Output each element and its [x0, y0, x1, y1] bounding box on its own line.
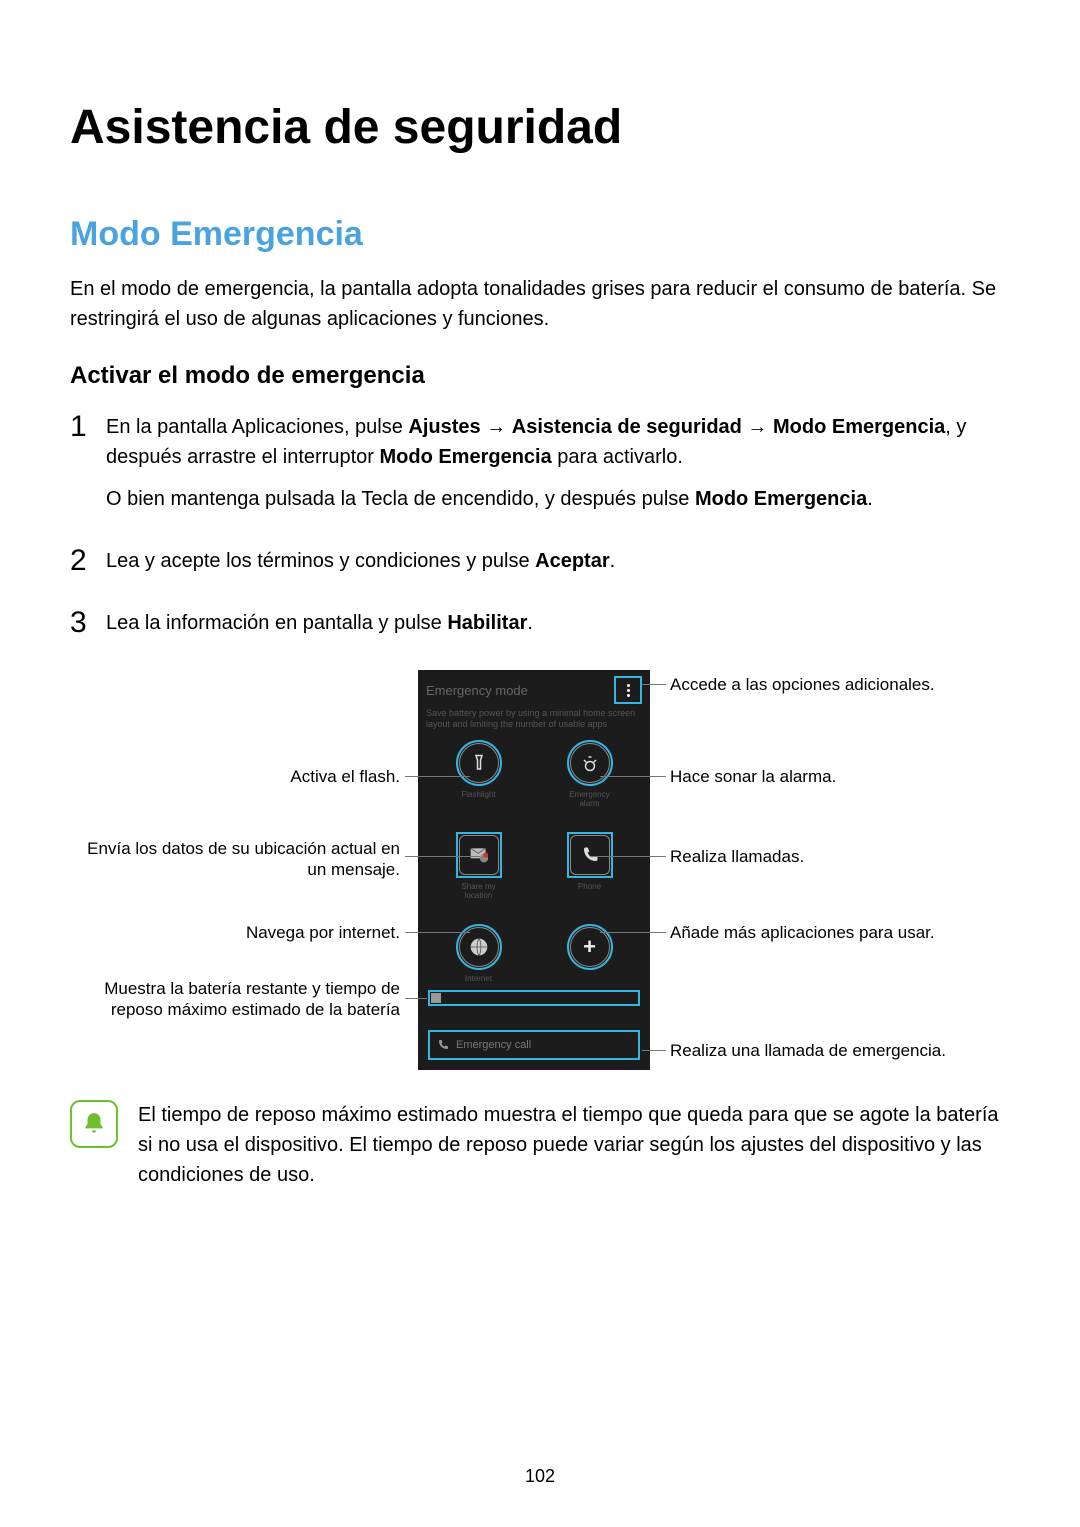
- callout-internet: Navega por internet.: [70, 922, 400, 943]
- phone-diagram: Emergency mode Save battery power by usi…: [70, 670, 1010, 1080]
- lead-line: [405, 932, 470, 933]
- lead-line: [405, 856, 480, 857]
- page-number: 102: [0, 1466, 1080, 1487]
- callout-flash: Activa el flash.: [70, 766, 400, 787]
- lead-line: [600, 776, 666, 777]
- subsection-title: Activar el modo de emergencia: [70, 362, 1010, 390]
- section-title: Modo Emergencia: [70, 215, 1010, 254]
- app-flashlight: Flashlight: [456, 740, 502, 808]
- lead-line: [590, 856, 666, 857]
- emergency-call-label: Emergency call: [456, 1039, 531, 1051]
- share-location-icon: [459, 835, 499, 875]
- steps-list: 1 En la pantalla Aplicaciones, pulse Aju…: [70, 412, 1010, 650]
- page-title: Asistencia de seguridad: [70, 100, 1010, 155]
- step-number: 1: [70, 412, 106, 442]
- callout-add-apps: Añade más aplicaciones para usar.: [670, 922, 1000, 943]
- lead-line: [642, 684, 666, 685]
- battery-indicator: [428, 990, 640, 1006]
- phone-subtext: Save battery power by using a minimal ho…: [418, 706, 650, 740]
- phone-screenshot: Emergency mode Save battery power by usi…: [418, 670, 650, 1070]
- app-phone: Phone: [567, 832, 613, 900]
- lead-line: [642, 1050, 666, 1051]
- emergency-call-bar: Emergency call: [428, 1030, 640, 1060]
- step-2-line-1: Lea y acepte los términos y condiciones …: [106, 546, 1010, 576]
- lead-line: [600, 932, 666, 933]
- lead-line: [405, 776, 470, 777]
- intro-paragraph: En el modo de emergencia, la pantalla ad…: [70, 274, 1010, 334]
- callout-menu: Accede a las opciones adicionales.: [670, 674, 1000, 695]
- step-1-line-1: En la pantalla Aplicaciones, pulse Ajust…: [106, 412, 1010, 472]
- callout-call: Realiza llamadas.: [670, 846, 1000, 867]
- note-text: El tiempo de reposo máximo estimado mues…: [138, 1100, 1010, 1190]
- step-1: 1 En la pantalla Aplicaciones, pulse Aju…: [70, 412, 1010, 526]
- callout-battery: Muestra la batería restante y tiempo de …: [70, 978, 400, 1021]
- step-2: 2 Lea y acepte los términos y condicione…: [70, 546, 1010, 588]
- step-number: 3: [70, 608, 106, 638]
- callout-emergency-call: Realiza una llamada de emergencia.: [670, 1040, 1010, 1061]
- callout-alarm: Hace sonar la alarma.: [670, 766, 1000, 787]
- step-number: 2: [70, 546, 106, 576]
- step-3: 3 Lea la información en pantalla y pulse…: [70, 608, 1010, 650]
- app-share-location: Share my location: [448, 832, 509, 900]
- lead-line: [405, 998, 427, 999]
- phone-title: Emergency mode: [426, 683, 528, 698]
- app-alarm: Emergency alarm: [559, 740, 620, 808]
- phone-header: Emergency mode: [418, 670, 650, 706]
- phone-icon: [436, 1038, 450, 1052]
- phone-icon: [570, 835, 610, 875]
- callout-share-location: Envía los datos de su ubicación actual e…: [70, 838, 400, 881]
- menu-icon: [618, 680, 638, 700]
- note-bell-icon: [70, 1100, 118, 1148]
- note-row: El tiempo de reposo máximo estimado mues…: [70, 1100, 1010, 1190]
- step-3-line-1: Lea la información en pantalla y pulse H…: [106, 608, 1010, 638]
- step-1-line-2: O bien mantenga pulsada la Tecla de ence…: [106, 484, 1010, 514]
